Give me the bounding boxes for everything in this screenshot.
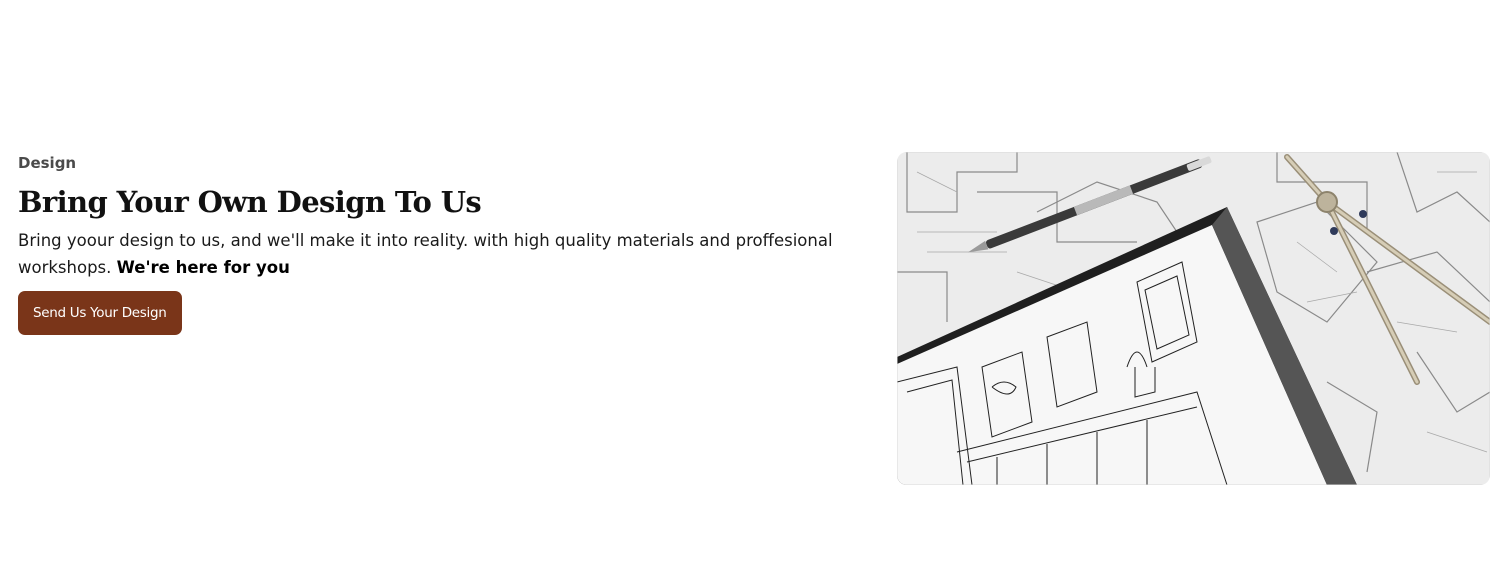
send-design-button[interactable]: Send Us Your Design bbox=[18, 291, 182, 335]
section-description: Bring yoour design to us, and we'll make… bbox=[18, 227, 883, 281]
blueprint-image bbox=[897, 152, 1490, 485]
section-title: Bring Your Own Design To Us bbox=[18, 185, 482, 219]
design-section: Design Bring Your Own Design To Us Bring… bbox=[0, 0, 1512, 588]
section-eyebrow: Design bbox=[18, 154, 77, 172]
design-text-column: Design Bring Your Own Design To Us Bring… bbox=[18, 152, 888, 335]
description-emphasis: We're here for you bbox=[116, 258, 290, 277]
